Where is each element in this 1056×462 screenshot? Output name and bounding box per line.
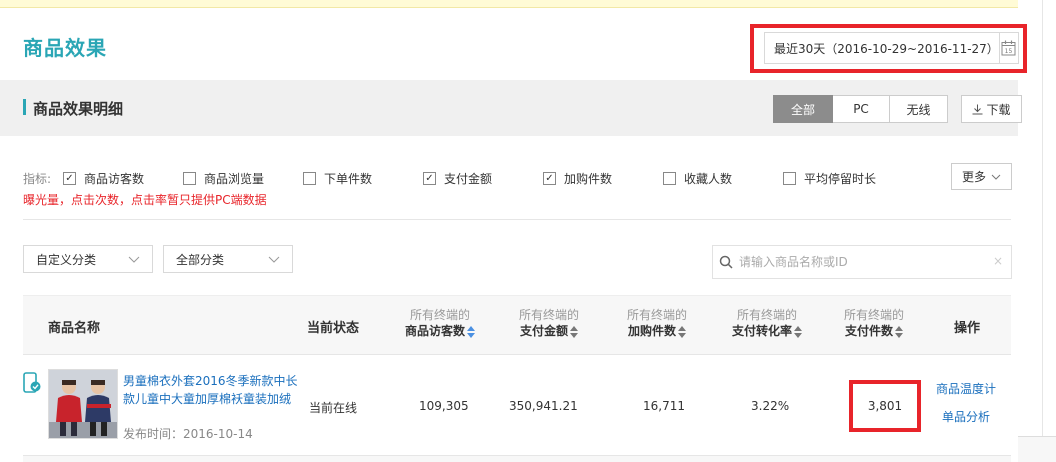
product-thumbnail[interactable] xyxy=(48,369,118,439)
metric-label: 商品浏览量 xyxy=(204,172,265,186)
section-title: 商品效果明细 xyxy=(33,100,124,118)
more-label: 更多 xyxy=(961,170,986,184)
publish-time: 发布时间：2016-10-14 xyxy=(123,427,253,441)
sort-icon[interactable] xyxy=(570,325,578,338)
item-analysis-link[interactable]: 单品分析 xyxy=(942,408,990,425)
date-range-highlight: 最近30天（2016-10-29~2016-11-27） 15 xyxy=(750,24,1027,73)
cell-status: 当前在线 xyxy=(309,401,358,415)
header-prefix: 所有终端的 xyxy=(626,308,687,322)
pc-only-warning: 曝光量，点击次数，点击率暂只提供PC端数据 xyxy=(23,193,267,207)
sort-icon[interactable] xyxy=(794,325,802,338)
header-action: 操作 xyxy=(954,321,981,336)
chevron-down-icon xyxy=(268,256,280,263)
metric-label: 下单件数 xyxy=(324,172,373,186)
search-icon xyxy=(719,255,733,269)
sort-icon[interactable] xyxy=(895,325,903,338)
header-label: 支付转化率 xyxy=(731,324,792,338)
next-row-edge xyxy=(23,456,1011,462)
header-status: 当前状态 xyxy=(307,321,360,336)
download-icon xyxy=(972,104,983,114)
header-prefix: 所有终端的 xyxy=(409,308,470,322)
header-pay-amount[interactable]: 所有终端的 支付金额 xyxy=(499,307,599,339)
right-divider xyxy=(1042,0,1043,462)
tab-wireless[interactable]: 无线 xyxy=(890,95,948,123)
metrics-label: 指标: xyxy=(23,172,52,186)
product-name-link[interactable]: 男童棉衣外套2016冬季新款中长款儿童中大童加厚棉袄童装加绒 xyxy=(123,372,303,408)
sort-icon[interactable] xyxy=(678,325,686,338)
metric-label: 支付金额 xyxy=(444,172,493,186)
checkbox[interactable]: ✓ xyxy=(423,172,436,185)
header-pay-items[interactable]: 所有终端的 支付件数 xyxy=(824,307,924,339)
checkbox[interactable] xyxy=(663,172,676,185)
date-range-label: 最近30天（2016-10-29~2016-11-27） xyxy=(774,41,999,56)
table-header: 商品名称 当前状态 所有终端的 商品访客数 所有终端的 支付金额 所有终端的 加… xyxy=(23,295,1011,355)
metric-label: 平均停留时长 xyxy=(804,172,877,186)
mobile-icon xyxy=(23,372,41,397)
dropdown-label: 全部分类 xyxy=(176,252,225,267)
metric-pay-amount[interactable]: ✓ 支付金额 xyxy=(423,170,492,187)
header-prefix: 所有终端的 xyxy=(736,308,797,322)
download-label: 下载 xyxy=(986,102,1011,117)
metric-visitors[interactable]: ✓ 商品访客数 xyxy=(63,170,144,187)
checkbox[interactable] xyxy=(783,172,796,185)
checkbox[interactable] xyxy=(303,172,316,185)
header-conversion[interactable]: 所有终端的 支付转化率 xyxy=(717,307,817,339)
pay-items-highlight: 3,801 xyxy=(849,380,921,432)
header-prefix: 所有终端的 xyxy=(518,308,579,322)
header-cart-items[interactable]: 所有终端的 加购件数 xyxy=(607,307,707,339)
cell-pay-items: 3,801 xyxy=(867,399,903,413)
product-thermometer-link[interactable]: 商品温度计 xyxy=(936,380,996,397)
cell-cart-items: 16,711 xyxy=(643,399,685,413)
header-label: 商品访客数 xyxy=(404,324,465,338)
table-row: 男童棉衣外套2016冬季新款中长款儿童中大童加厚棉袄童装加绒 发布时间：2016… xyxy=(23,356,1011,456)
metric-pageviews[interactable]: 商品浏览量 xyxy=(183,170,264,187)
metric-label: 加购件数 xyxy=(564,172,613,186)
tab-all[interactable]: 全部 xyxy=(773,95,833,123)
more-metrics-button[interactable]: 更多 xyxy=(951,163,1012,190)
header-label: 支付件数 xyxy=(844,324,893,338)
tab-pc[interactable]: PC xyxy=(833,95,890,123)
calendar-day: 15 xyxy=(1005,48,1013,55)
header-label: 支付金额 xyxy=(519,324,568,338)
search-input[interactable] xyxy=(739,255,979,269)
section-header: 商品效果明细 全部 PC 无线 下载 xyxy=(0,80,1022,136)
all-category-dropdown[interactable]: 全部分类 xyxy=(163,245,293,273)
metric-cart-items[interactable]: ✓ 加购件数 xyxy=(543,170,612,187)
metric-favorites[interactable]: 收藏人数 xyxy=(663,170,732,187)
cell-pay-amount: 350,941.21 xyxy=(509,399,578,413)
cell-conversion: 3.22% xyxy=(751,399,790,413)
header-prefix: 所有终端的 xyxy=(843,308,904,322)
metric-label: 商品访客数 xyxy=(84,172,145,186)
sort-icon[interactable] xyxy=(467,325,475,338)
download-button[interactable]: 下载 xyxy=(961,95,1022,123)
header-visitors[interactable]: 所有终端的 商品访客数 xyxy=(390,307,490,339)
section-accent-bar xyxy=(23,99,26,115)
scrollbar-thumb[interactable] xyxy=(1018,436,1056,462)
metric-order-items[interactable]: 下单件数 xyxy=(303,170,372,187)
divider xyxy=(23,219,1011,220)
chevron-down-icon xyxy=(991,174,1001,180)
checkbox[interactable] xyxy=(183,172,196,185)
checkbox[interactable]: ✓ xyxy=(63,172,76,185)
custom-category-dropdown[interactable]: 自定义分类 xyxy=(23,245,153,273)
calendar-icon[interactable]: 15 xyxy=(998,33,1018,63)
checkbox[interactable]: ✓ xyxy=(543,172,556,185)
metric-avg-stay[interactable]: 平均停留时长 xyxy=(783,170,876,187)
metric-label: 收藏人数 xyxy=(684,172,733,186)
page-title: 商品效果 xyxy=(23,36,107,60)
clear-icon[interactable]: × xyxy=(993,254,1003,268)
date-range-picker[interactable]: 最近30天（2016-10-29~2016-11-27） 15 xyxy=(764,32,1019,64)
cell-visitors: 109,305 xyxy=(419,399,469,413)
dropdown-label: 自定义分类 xyxy=(36,252,97,267)
header-product-name: 商品名称 xyxy=(48,321,101,336)
notice-bar xyxy=(0,0,1018,8)
product-search[interactable]: × xyxy=(712,245,1012,279)
chevron-down-icon xyxy=(128,256,140,263)
header-label: 加购件数 xyxy=(627,324,676,338)
terminal-tabs: 全部 PC 无线 xyxy=(773,95,948,123)
